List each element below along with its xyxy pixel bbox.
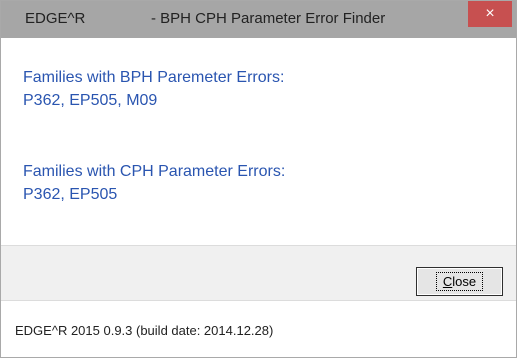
version-text: EDGE^R 2015 0.9.3 (build date: 2014.12.2…	[15, 323, 274, 338]
bph-error-families: P362, EP505, M09	[23, 92, 158, 109]
status-bar: EDGE^R 2015 0.9.3 (build date: 2014.12.2…	[1, 300, 516, 357]
cph-error-heading: Families with CPH Parameter Errors:	[23, 163, 286, 180]
cph-error-families: P362, EP505	[23, 186, 118, 203]
bph-error-heading: Families with BPH Paremeter Errors:	[23, 69, 285, 86]
close-icon[interactable]: ×	[468, 1, 512, 27]
button-bar: Close	[1, 245, 516, 300]
window-title-app: EDGE^R	[25, 10, 86, 27]
message-area: Families with BPH Paremeter Errors: P362…	[1, 38, 516, 245]
close-button-label: Close	[435, 272, 484, 291]
cph-error-message: Families with CPH Parameter Errors: P362…	[23, 160, 285, 206]
dialog-window: EDGE^R - BPH CPH Parameter Error Finder …	[0, 0, 517, 358]
title-bar[interactable]: EDGE^R - BPH CPH Parameter Error Finder …	[1, 1, 516, 38]
window-title-name: - BPH CPH Parameter Error Finder	[151, 10, 386, 27]
bph-error-message: Families with BPH Paremeter Errors: P362…	[23, 66, 284, 112]
close-button[interactable]: Close	[416, 267, 503, 296]
